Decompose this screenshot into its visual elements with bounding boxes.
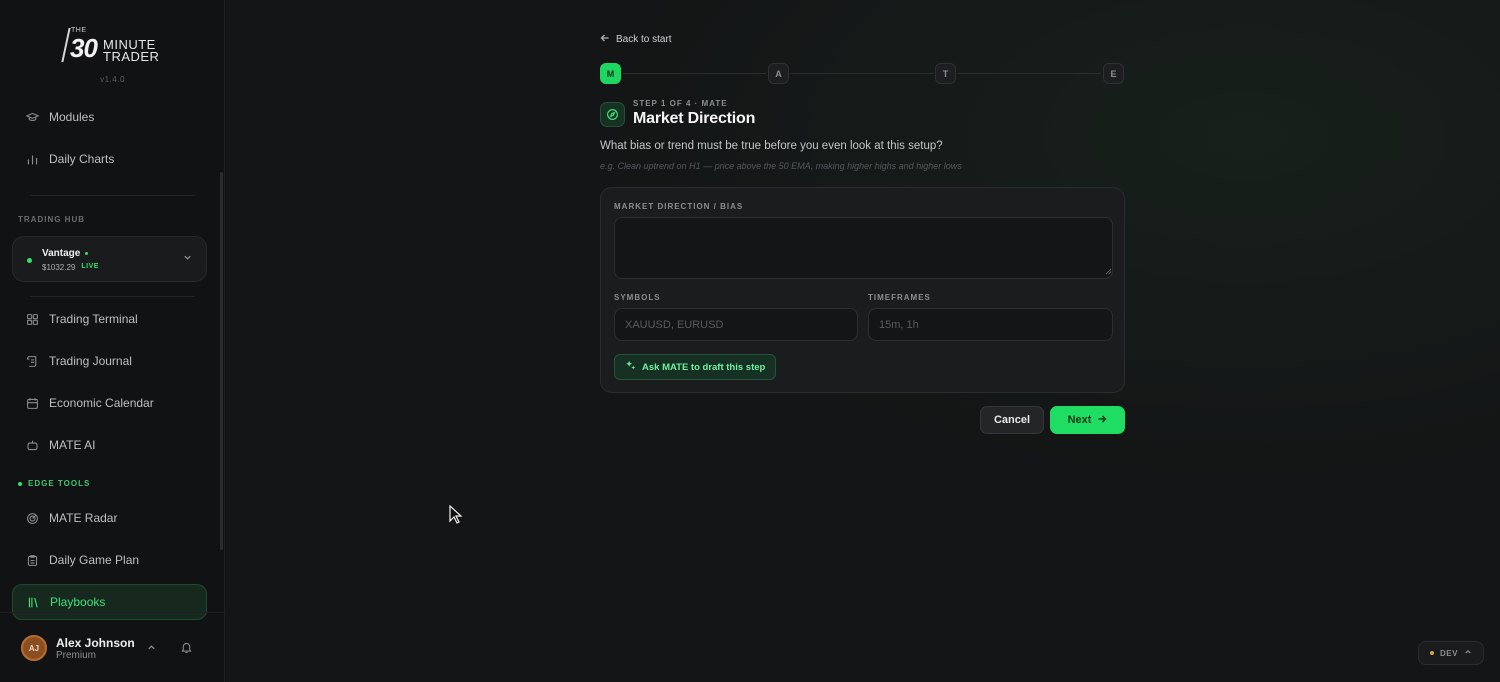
sidebar-divider [30, 195, 195, 196]
sidebar-item-label: Economic Calendar [49, 396, 154, 410]
bot-icon [26, 439, 39, 452]
calendar-icon [26, 397, 39, 410]
symbols-field-label: SYMBOLS [614, 293, 661, 302]
online-dot [85, 252, 89, 255]
bell-icon[interactable] [180, 641, 193, 654]
sidebar-item-label: Playbooks [50, 595, 106, 609]
step-connector [623, 73, 766, 74]
step-question: What bias or trend must be true before y… [600, 140, 943, 152]
sidebar-scrollbar[interactable] [220, 172, 223, 550]
scroll-icon [26, 355, 39, 368]
sidebar-item-label: Trading Terminal [49, 312, 138, 326]
user-plan: Premium [56, 650, 97, 661]
library-icon [27, 596, 40, 609]
cancel-button[interactable]: Cancel [980, 406, 1044, 434]
sidebar-item-label: MATE Radar [49, 511, 118, 525]
arrow-left-icon [600, 33, 610, 46]
next-label: Next [1067, 414, 1092, 426]
sidebar: THE 30 MINUTE TRADER v1.4.0 Modules Dail… [0, 0, 225, 682]
step-counter: STEP 1 OF 4 · MATE [633, 99, 728, 108]
ask-mate-label: Ask MATE to draft this step [642, 361, 766, 373]
back-label: Back to start [616, 34, 672, 45]
arrow-right-icon [1097, 414, 1107, 427]
section-label-trading-hub: TRADING HUB [18, 215, 85, 224]
user-bar: AJ Alex Johnson Premium [0, 612, 225, 682]
sidebar-item-modules[interactable]: Modules [12, 99, 207, 135]
account-name: Vantage [42, 248, 81, 259]
account-balance-row: $1032.29 LIVE [42, 263, 99, 272]
account-status-dot [27, 258, 32, 263]
page-title: Market Direction [633, 110, 756, 127]
direction-field-label: MARKET DIRECTION / BIAS [614, 202, 744, 211]
sidebar-item-label: MATE AI [49, 438, 96, 452]
sparkles-icon [625, 360, 636, 374]
step-node-e[interactable]: E [1103, 63, 1124, 84]
sidebar-item-label: Daily Game Plan [49, 553, 140, 567]
sidebar-item-mate-radar[interactable]: MATE Radar [12, 500, 207, 536]
step-form-card: MARKET DIRECTION / BIAS SYMBOLS XAUUSD, … [600, 187, 1125, 393]
bar-chart-icon [26, 153, 39, 166]
ask-mate-button[interactable]: Ask MATE to draft this step [614, 354, 777, 380]
account-selector[interactable]: Vantage $1032.29 LIVE [12, 236, 207, 282]
mouse-cursor-icon [449, 504, 463, 525]
grid-icon [26, 313, 39, 326]
step-node-a[interactable]: A [768, 63, 789, 84]
radar-icon [26, 512, 39, 525]
step-progress: M A T E [600, 63, 1125, 84]
sidebar-item-daily-game-plan[interactable]: Daily Game Plan [12, 542, 207, 578]
next-button[interactable]: Next [1050, 406, 1125, 434]
dev-label: DEV [1440, 648, 1458, 658]
section-label-edge-tools: EDGE TOOLS [18, 479, 90, 488]
compass-icon [600, 102, 625, 127]
market-direction-textarea[interactable] [614, 217, 1113, 279]
sidebar-item-daily-charts[interactable]: Daily Charts [12, 141, 207, 177]
edge-tools-dot [18, 481, 22, 486]
sidebar-item-mate-ai[interactable]: MATE AI [12, 427, 207, 463]
sidebar-item-label: Trading Journal [49, 354, 132, 368]
timeframes-field-label: TIMEFRAMES [868, 293, 931, 302]
logo-number: 30 [70, 33, 98, 63]
step-node-m[interactable]: M [600, 63, 621, 84]
clipboard-icon [26, 554, 39, 567]
brand-logo[interactable]: THE 30 MINUTE TRADER [61, 26, 172, 66]
sidebar-divider [30, 296, 195, 297]
back-to-start-link[interactable]: Back to start [600, 33, 672, 46]
edge-tools-text: EDGE TOOLS [28, 479, 91, 488]
sidebar-item-label: Modules [49, 110, 95, 124]
dev-environment-badge[interactable]: DEV [1418, 641, 1484, 665]
graduation-cap-icon [26, 111, 39, 124]
step-connector [958, 73, 1101, 74]
chevron-down-icon [183, 253, 192, 264]
user-name[interactable]: Alex Johnson [56, 636, 135, 650]
step-node-t[interactable]: T [935, 63, 956, 84]
account-live-badge: LIVE [81, 263, 99, 270]
sidebar-item-economic-calendar[interactable]: Economic Calendar [12, 385, 207, 421]
sidebar-item-label: Daily Charts [49, 152, 115, 166]
account-name-row: Vantage [42, 248, 89, 259]
avatar[interactable]: AJ [21, 635, 47, 661]
sidebar-item-trading-journal[interactable]: Trading Journal [12, 343, 207, 379]
symbols-input[interactable]: XAUUSD, EURUSD [614, 308, 858, 341]
step-connector [791, 73, 934, 74]
step-example: e.g. Clean uptrend on H1 — price above t… [600, 161, 962, 171]
chevron-up-icon[interactable] [147, 643, 156, 654]
dev-status-dot [1430, 651, 1435, 655]
account-balance: $1032.29 [42, 263, 76, 272]
app-version: v1.4.0 [100, 75, 125, 84]
logo-word-trader: TRADER [103, 49, 160, 64]
chevron-up-icon [1464, 648, 1472, 658]
timeframes-input[interactable]: 15m, 1h [868, 308, 1113, 341]
sidebar-item-trading-terminal[interactable]: Trading Terminal [12, 301, 207, 337]
